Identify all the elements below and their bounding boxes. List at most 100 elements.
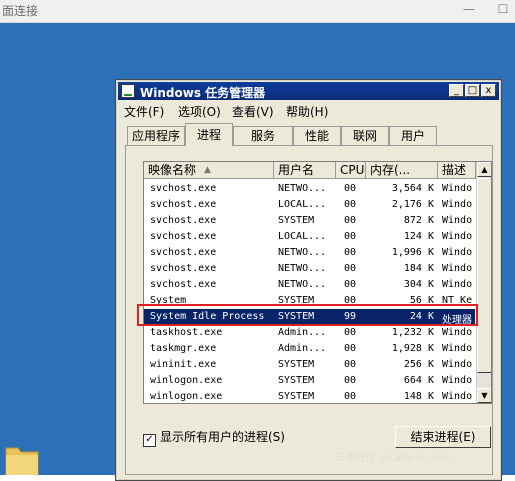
cell-user: LOCAL... [278, 231, 327, 242]
column-image-name[interactable]: 映像名称 ▲ [144, 162, 274, 179]
menu-file[interactable]: 文件(F) [124, 103, 164, 120]
menu-view[interactable]: 查看(V) [232, 103, 274, 120]
sort-ascending-icon: ▲ [204, 165, 211, 175]
cell-mem: 872 K [403, 215, 434, 226]
cell-cpu: 00 [344, 279, 357, 290]
cell-name: taskhost.exe [150, 327, 223, 338]
table-row[interactable]: winlogon.exe SYSTEM 00 148 K Windo [144, 389, 475, 403]
remote-minimize-button[interactable]: — [462, 3, 476, 15]
selection-highlight-annotation [137, 304, 478, 326]
cell-mem: 664 K [403, 375, 434, 386]
table-row[interactable]: winlogon.exe SYSTEM 00 664 K Windo [144, 373, 475, 389]
remote-desktop-titlebar: 面连接 — ☐ [0, 0, 515, 23]
scroll-up-icon[interactable]: ▲ [477, 162, 491, 177]
scroll-thumb[interactable] [477, 178, 491, 373]
task-manager-titlebar[interactable]: Windows 任务管理器 _ □ x [118, 82, 499, 100]
cell-desc: Windo [442, 247, 473, 258]
scroll-down-icon[interactable]: ▼ [477, 388, 491, 403]
cell-name: winlogon.exe [150, 375, 223, 386]
table-row[interactable]: svchost.exe SYSTEM 00 872 K Windo [144, 213, 475, 229]
cell-desc: Windo [442, 343, 473, 354]
cell-mem: 1,232 K [391, 327, 434, 338]
cell-name: svchost.exe [150, 279, 217, 290]
cell-name: svchost.exe [150, 263, 217, 274]
cell-mem: 184 K [403, 263, 434, 274]
menu-bar: 文件(F) 选项(O) 查看(V) 帮助(H) [118, 102, 499, 120]
cell-cpu: 00 [344, 375, 357, 386]
table-row[interactable]: taskmgr.exe Admin... 00 1,928 K Windo [144, 341, 475, 357]
cell-name: svchost.exe [150, 215, 217, 226]
cell-cpu: 00 [344, 247, 357, 258]
folder-icon[interactable] [4, 442, 40, 475]
maximize-button[interactable]: □ [465, 84, 480, 97]
minimize-button[interactable]: _ [449, 84, 464, 97]
tab-networking[interactable]: 联网 [341, 126, 389, 145]
task-manager-icon [121, 84, 135, 98]
cell-mem: 304 K [403, 279, 434, 290]
remote-desktop-title: 面连接 [2, 4, 39, 18]
cell-cpu: 00 [344, 343, 357, 354]
cell-mem: 2,176 K [391, 199, 434, 210]
table-row[interactable]: taskhost.exe Admin... 00 1,232 K Windo [144, 325, 475, 341]
table-row[interactable]: svchost.exe NETWO... 00 304 K Windo [144, 277, 475, 293]
remote-restore-button[interactable]: ☐ [496, 3, 510, 15]
table-row[interactable]: wininit.exe SYSTEM 00 256 K Windo [144, 357, 475, 373]
tab-processes[interactable]: 进程 [185, 123, 233, 146]
cell-user: SYSTEM [278, 359, 315, 370]
cell-desc: Windo [442, 263, 473, 274]
cell-user: NETWO... [278, 279, 327, 290]
table-row[interactable]: svchost.exe NETWO... 00 184 K Windo [144, 261, 475, 277]
cell-desc: Windo [442, 199, 473, 210]
cell-user: LOCAL... [278, 199, 327, 210]
column-cpu[interactable]: CPU [336, 162, 366, 179]
cell-user: Admin... [278, 343, 327, 354]
cell-name: wininit.exe [150, 359, 217, 370]
cell-mem: 1,928 K [391, 343, 434, 354]
cell-desc: Windo [442, 327, 473, 338]
cell-user: NETWO... [278, 183, 327, 194]
menu-options[interactable]: 选项(O) [178, 103, 221, 120]
cell-desc: Windo [442, 231, 473, 242]
table-row[interactable]: svchost.exe NETWO... 00 3,564 K Windo [144, 181, 475, 197]
tab-services[interactable]: 服务 [233, 126, 293, 145]
cell-user: SYSTEM [278, 215, 315, 226]
column-description[interactable]: 描述 [438, 162, 476, 179]
cell-cpu: 00 [344, 263, 357, 274]
cell-cpu: 00 [344, 215, 357, 226]
table-row[interactable]: svchost.exe LOCAL... 00 2,176 K Windo [144, 197, 475, 213]
cell-cpu: 00 [344, 199, 357, 210]
cell-desc: Windo [442, 215, 473, 226]
cell-name: svchost.exe [150, 231, 217, 242]
cell-name: winlogon.exe [150, 391, 223, 402]
table-row[interactable]: svchost.exe LOCAL... 00 124 K Windo [144, 229, 475, 245]
cell-desc: Windo [442, 391, 473, 402]
vertical-scrollbar[interactable]: ▲ ▼ [476, 162, 491, 403]
cell-cpu: 00 [344, 231, 357, 242]
cell-name: svchost.exe [150, 183, 217, 194]
cell-mem: 3,564 K [391, 183, 434, 194]
window-title: Windows 任务管理器 [140, 86, 266, 100]
cell-user: Admin... [278, 327, 327, 338]
tab-performance[interactable]: 性能 [293, 126, 341, 145]
tab-applications[interactable]: 应用程序 [127, 126, 185, 145]
table-row[interactable]: svchost.exe NETWO... 00 1,996 K Windo [144, 245, 475, 261]
cell-mem: 1,996 K [391, 247, 434, 258]
close-button[interactable]: x [481, 84, 496, 97]
cell-mem: 148 K [403, 391, 434, 402]
end-process-button[interactable]: 结束进程(E) [395, 426, 491, 448]
column-username[interactable]: 用户名 [274, 162, 336, 179]
cell-cpu: 00 [344, 183, 357, 194]
cell-desc: Windo [442, 375, 473, 386]
checkbox-checked-icon[interactable]: ✓ [143, 434, 156, 447]
cell-user: SYSTEM [278, 391, 315, 402]
tab-users[interactable]: 用户 [389, 126, 437, 145]
task-manager-window: Windows 任务管理器 _ □ x 文件(F) 选项(O) 查看(V) 帮助… [115, 79, 502, 481]
cell-name: svchost.exe [150, 199, 217, 210]
show-all-users-label: 显示所有用户的进程(S) [160, 430, 285, 444]
show-all-users-checkbox[interactable]: ✓ 显示所有用户的进程(S) [143, 428, 285, 447]
column-memory[interactable]: 内存(... [366, 162, 438, 179]
cell-cpu: 00 [344, 391, 357, 402]
cell-name: svchost.exe [150, 247, 217, 258]
menu-help[interactable]: 帮助(H) [286, 103, 328, 120]
process-list[interactable]: 映像名称 ▲ 用户名 CPU 内存(... 描述 svchost.exe NETW… [143, 161, 492, 404]
